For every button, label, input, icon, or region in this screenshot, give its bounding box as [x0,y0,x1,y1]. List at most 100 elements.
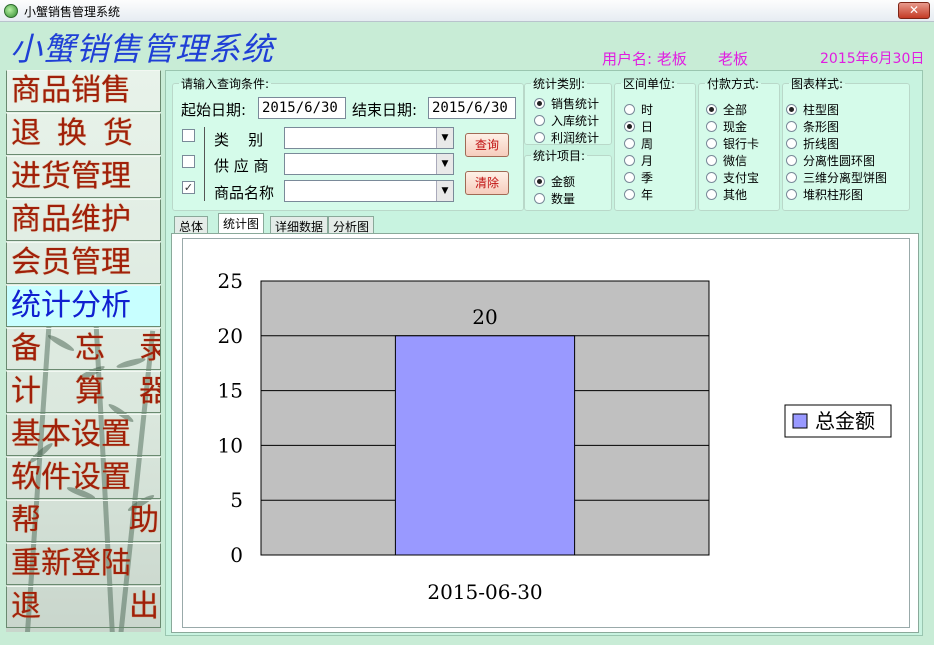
bar-chart: 0 5 10 15 20 25 20 2015-06-30 总金额 [218,269,892,604]
start-date-field[interactable]: 2015/6/30 [258,97,346,119]
interval-option[interactable]: 年 [624,186,653,202]
payment-option[interactable]: 现金 [706,118,747,134]
start-date-label: 起始日期: [181,101,247,119]
bar [394,335,576,556]
sidebar-item-sales[interactable]: 商品销售 [6,70,161,112]
product-checkbox[interactable]: ✓ [182,181,195,194]
sidebar-item-calculator[interactable]: 计算器 [6,371,161,413]
y-tick-label: 15 [218,379,243,403]
interval-option[interactable]: 时 [624,101,653,117]
chart-style-option[interactable]: 堆积柱形图 [786,186,863,202]
sidebar-item-members[interactable]: 会员管理 [6,242,161,284]
sidebar-item-exit[interactable]: 退出 [6,586,161,628]
radio-button[interactable] [786,172,797,183]
radio-button[interactable] [534,193,545,204]
interval-option[interactable]: 月 [624,152,653,168]
radio-button[interactable] [624,155,635,166]
supplier-checkbox[interactable] [182,155,195,168]
title-bar: 小蟹销售管理系统 ✕ [0,0,934,22]
radio-button[interactable] [534,132,545,143]
payment-option[interactable]: 支付宝 [706,169,759,185]
sidebar-item-help[interactable]: 帮助 [6,500,161,542]
interval-option[interactable]: 周 [624,135,653,151]
radio-label: 分离性圆环图 [803,154,876,168]
product-select[interactable]: ▼ [284,180,454,202]
radio-button[interactable] [624,104,635,115]
tab-overview[interactable]: 总体 [174,216,209,234]
query-legend: 请输入查询条件: [181,77,270,91]
stat-item-option[interactable]: 数量 [534,190,575,206]
chart-style-option[interactable]: 柱型图 [786,101,839,117]
radio-label: 时 [641,103,654,117]
radio-button[interactable] [534,176,545,187]
tab-detail-data[interactable]: 详细数据 [270,216,329,234]
payment-option[interactable]: 银行卡 [706,135,759,151]
sidebar-item-products[interactable]: 商品维护 [6,199,161,241]
radio-button[interactable] [706,138,717,149]
sidebar-item-relogin[interactable]: 重新登陆 [6,543,161,585]
radio-button[interactable] [786,104,797,115]
close-button[interactable]: ✕ [898,2,930,19]
radio-button[interactable] [534,115,545,126]
sidebar-item-statistics[interactable]: 统计分析 [6,285,161,327]
sidebar-item-basic-settings[interactable]: 基本设置 [6,414,161,456]
tab-content: 0 5 10 15 20 25 20 2015-06-30 总金额 [171,233,919,633]
payment-option[interactable]: 微信 [706,152,747,168]
radio-button[interactable] [534,98,545,109]
chevron-down-icon[interactable]: ▼ [436,181,453,201]
radio-button[interactable] [706,155,717,166]
radio-label: 柱型图 [803,103,840,117]
radio-button[interactable] [706,172,717,183]
radio-label: 折线图 [803,137,840,151]
payment-option[interactable]: 其他 [706,186,747,202]
radio-button[interactable] [706,189,717,200]
stat-type-option[interactable]: 利润统计 [534,129,599,145]
stat-item-option[interactable]: 金额 [534,173,575,189]
chart-style-option[interactable]: 折线图 [786,135,839,151]
end-date-field[interactable]: 2015/6/30 [428,97,516,119]
sidebar-item-memo[interactable]: 备忘录 [6,328,161,370]
radio-button[interactable] [624,121,635,132]
radio-label: 日 [641,120,654,134]
tab-stat-chart[interactable]: 统计图 [218,213,265,235]
sidebar-item-returns[interactable]: 退换货 [6,113,161,155]
chevron-down-icon[interactable]: ▼ [436,128,453,148]
legend-label: 总金额 [815,409,875,433]
chart-frame: 0 5 10 15 20 25 20 2015-06-30 总金额 [182,238,910,628]
category-label: 类 别 [214,131,264,149]
sidebar-item-software-settings[interactable]: 软件设置 [6,457,161,499]
radio-button[interactable] [706,121,717,132]
y-tick-label: 5 [230,488,243,512]
chart-style-option[interactable]: 三维分离型饼图 [786,169,887,185]
radio-label: 全部 [723,103,748,117]
interval-option[interactable]: 季 [624,169,653,185]
radio-button[interactable] [786,189,797,200]
stat-type-option[interactable]: 销售统计 [534,95,599,111]
stat-type-option[interactable]: 入库统计 [534,112,599,128]
radio-button[interactable] [786,121,797,132]
supplier-select[interactable]: ▼ [284,153,454,175]
radio-button[interactable] [706,104,717,115]
clear-button[interactable]: 清除 [465,171,509,195]
chart-style-option[interactable]: 分离性圆环图 [786,152,875,168]
radio-button[interactable] [786,138,797,149]
radio-label: 周 [641,137,654,151]
tab-analysis-chart[interactable]: 分析图 [328,216,375,234]
chart-style-option[interactable]: 条形图 [786,118,839,134]
radio-button[interactable] [624,172,635,183]
chevron-down-icon[interactable]: ▼ [436,154,453,174]
y-tick-label: 20 [218,324,243,348]
radio-button[interactable] [624,189,635,200]
category-checkbox[interactable] [182,129,195,142]
sidebar-item-purchase[interactable]: 进货管理 [6,156,161,198]
x-tick-label: 2015-06-30 [427,580,542,604]
category-select[interactable]: ▼ [284,127,454,149]
radio-label: 利润统计 [551,131,600,145]
payment-option[interactable]: 全部 [706,101,747,117]
user-name: 老板 [718,50,749,68]
radio-button[interactable] [624,138,635,149]
query-button[interactable]: 查询 [465,133,509,157]
stat-item-legend: 统计项目: [533,149,586,163]
radio-button[interactable] [786,155,797,166]
interval-option[interactable]: 日 [624,118,653,134]
